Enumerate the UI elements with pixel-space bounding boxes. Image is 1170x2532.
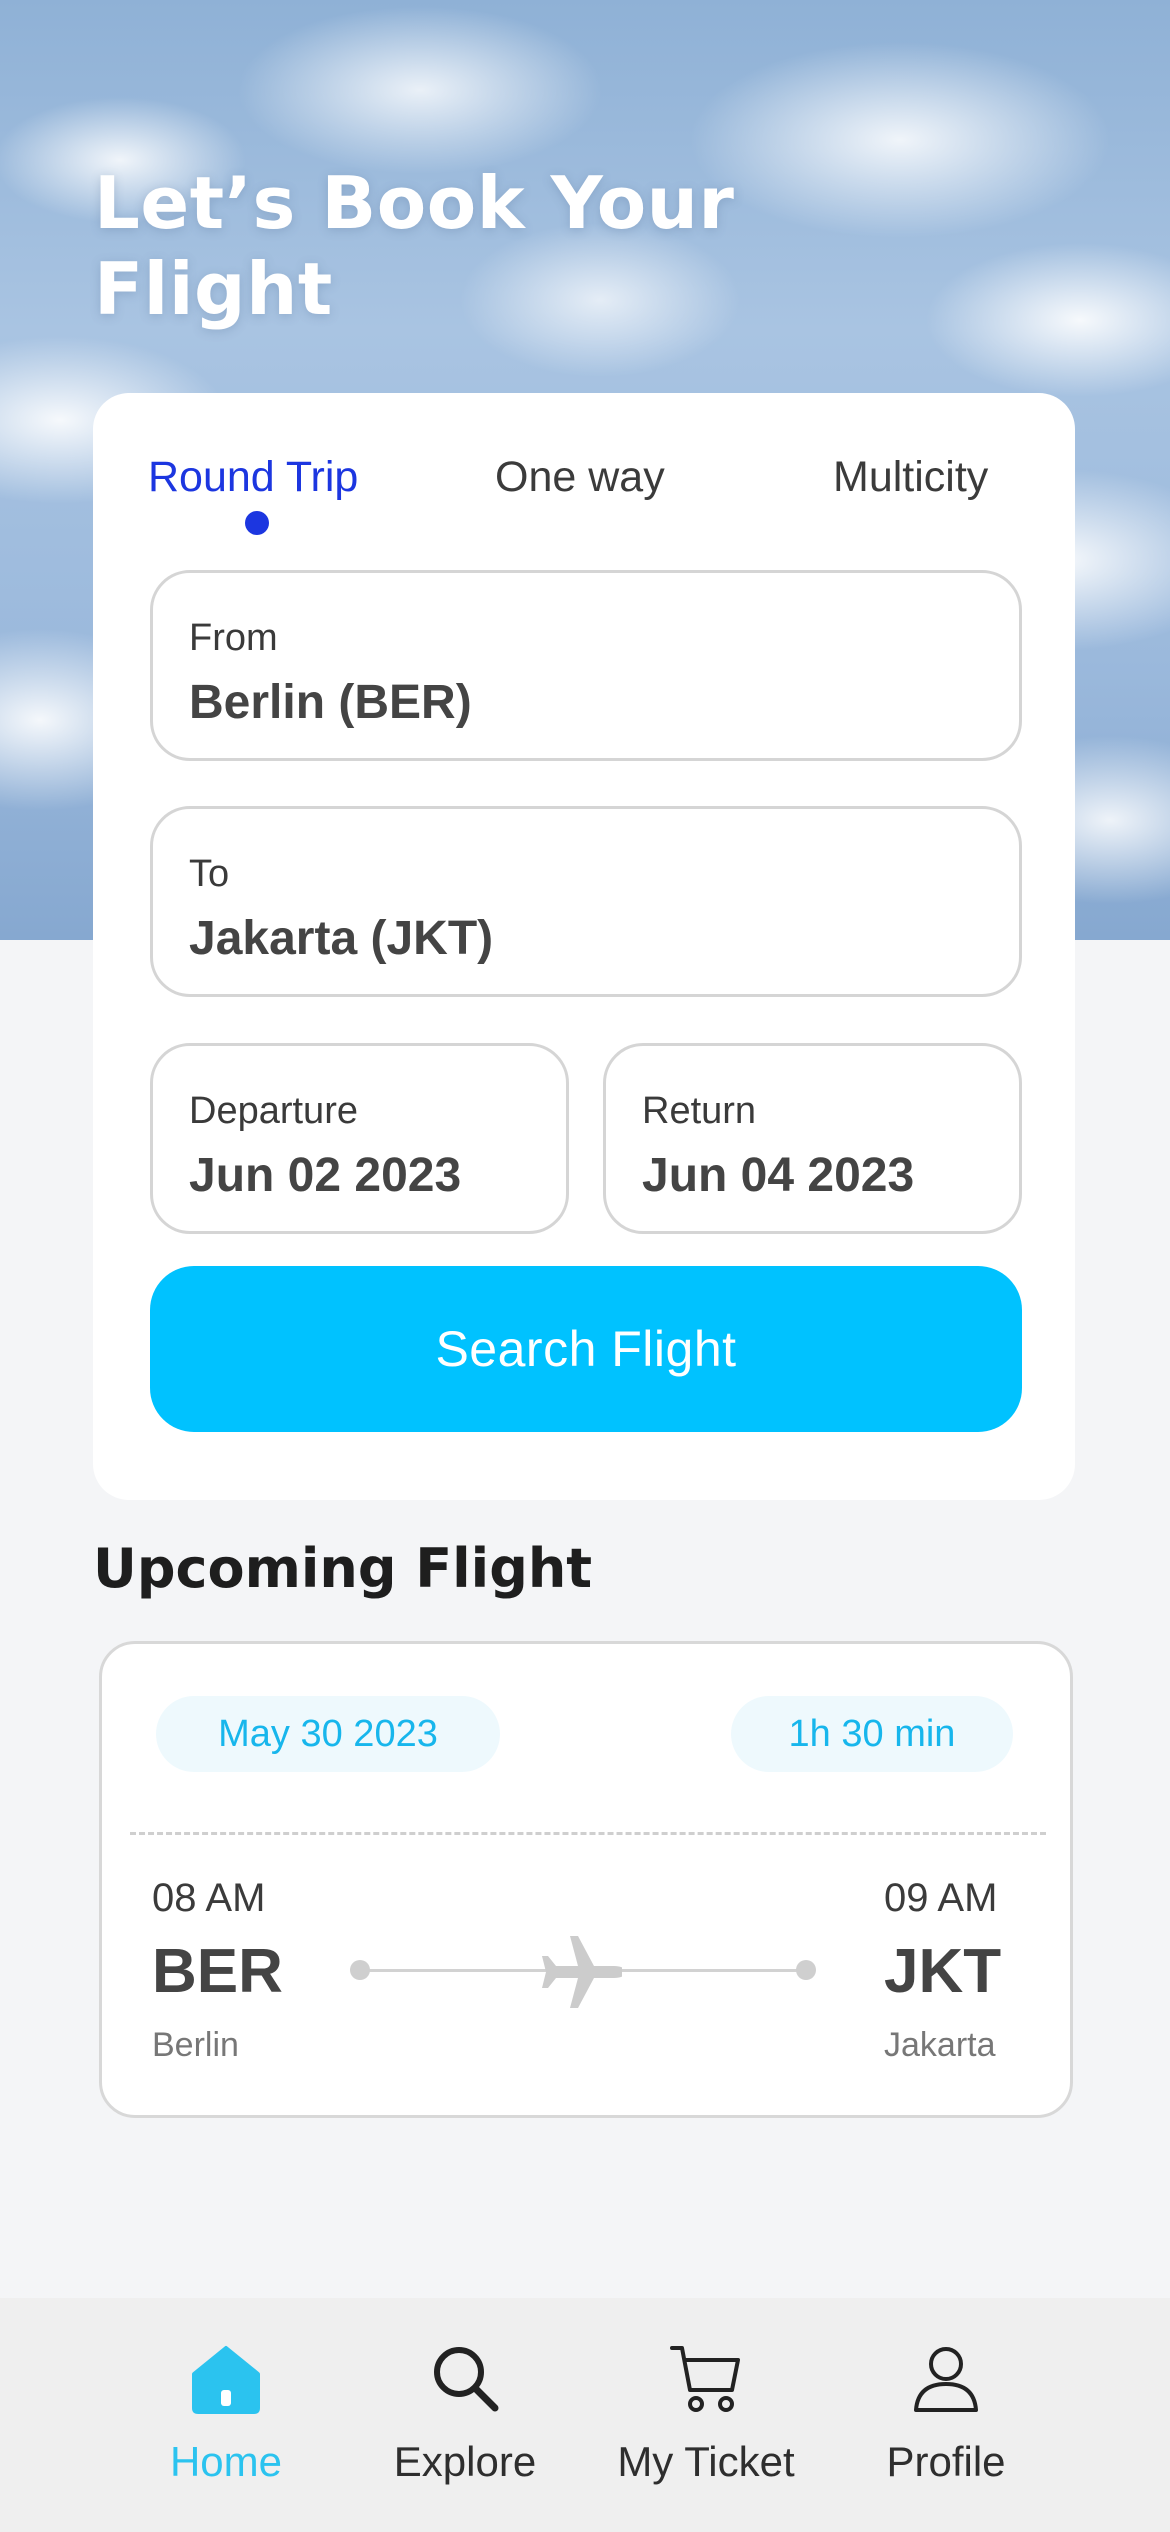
to-label: To [189,853,230,895]
departure-label: Departure [189,1090,358,1132]
page-title: Let’s Book Your Flight [94,161,735,331]
upcoming-flight-heading: Upcoming Flight [93,1537,593,1600]
cart-icon [670,2346,740,2412]
tab-round-trip[interactable]: Round Trip [148,453,358,502]
nav-explore-label: Explore [393,2438,537,2485]
from-label: From [189,617,278,659]
arrival-code: JKT [884,1937,1002,2006]
airplane-icon [542,1936,622,2008]
from-value: Berlin (BER) [189,676,472,729]
departure-time: 08 AM [152,1876,266,1920]
nav-profile-label: Profile [886,2438,1006,2485]
dashed-divider [130,1832,1046,1835]
tab-multicity[interactable]: Multicity [833,453,988,502]
nav-home[interactable]: Home [106,2298,346,2532]
return-date-field[interactable]: Return Jun 04 2023 [603,1043,1022,1234]
return-value: Jun 04 2023 [642,1149,915,1202]
nav-my-ticket[interactable]: My Ticket [586,2298,826,2532]
departure-code: BER [152,1937,283,2006]
route-end-dot [796,1960,816,1980]
departure-value: Jun 02 2023 [189,1149,462,1202]
arrival-time: 09 AM [884,1876,998,1920]
to-field[interactable]: To Jakarta (JKT) [150,806,1022,997]
profile-icon [914,2347,978,2412]
bottom-navigation: Home Explore My Ticket Profile [0,2298,1170,2532]
nav-profile[interactable]: Profile [826,2298,1066,2532]
return-label: Return [642,1090,757,1132]
search-icon [434,2347,499,2412]
upcoming-flight-card[interactable]: May 30 2023 1h 30 min 08 AM BER Berlin 0… [99,1641,1073,2118]
booking-card: Round Trip One way Multicity From Berlin… [93,393,1075,1500]
departure-city: Berlin [152,2026,239,2064]
departure-date-field[interactable]: Departure Jun 02 2023 [150,1043,569,1234]
flight-duration-badge: 1h 30 min [731,1696,1013,1772]
tab-one-way[interactable]: One way [495,453,665,502]
route-start-dot [350,1960,370,1980]
flight-date-badge: May 30 2023 [156,1696,500,1772]
app-screen: Let’s Book Your Flight Round Trip One wa… [0,0,1170,2532]
nav-home-label: Home [169,2438,283,2485]
nav-explore[interactable]: Explore [345,2298,585,2532]
search-flight-button[interactable]: Search Flight [150,1266,1022,1432]
nav-my-ticket-label: My Ticket [617,2438,795,2485]
home-icon [192,2346,260,2414]
to-value: Jakarta (JKT) [189,912,494,965]
active-tab-indicator [245,511,269,535]
arrival-city: Jakarta [884,2026,996,2064]
trip-type-tabs: Round Trip One way Multicity [93,453,1075,523]
from-field[interactable]: From Berlin (BER) [150,570,1022,761]
